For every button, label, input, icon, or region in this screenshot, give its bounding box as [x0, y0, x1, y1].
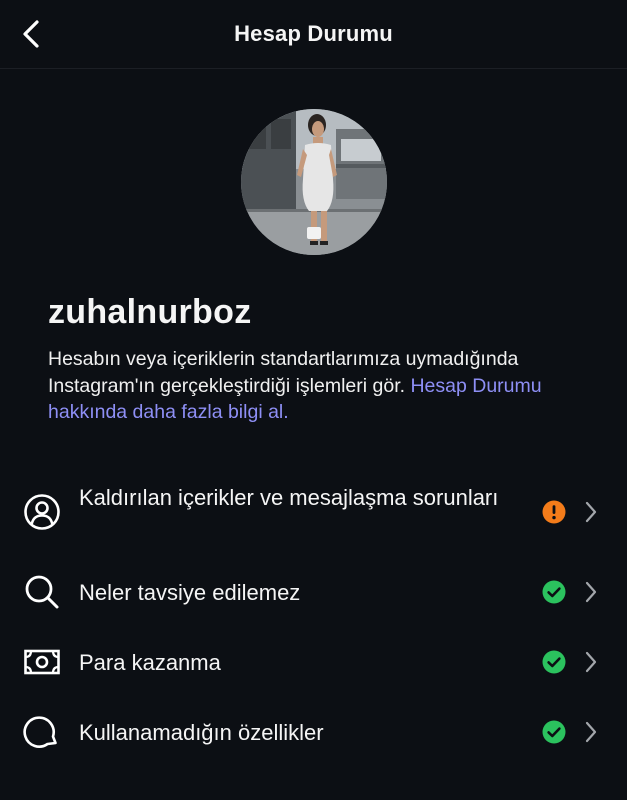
description: Hesabın veya içeriklerin standartlarımız… [48, 346, 593, 426]
avatar[interactable] [241, 109, 387, 255]
chevron-right-icon [582, 500, 600, 524]
person-circle-icon [23, 493, 61, 531]
list-item-not-recommended[interactable]: Neler tavsiye edilemez [0, 560, 627, 624]
check-circle-icon [542, 720, 566, 744]
chevron-right-icon [582, 650, 600, 674]
list-item-label: Para kazanma [79, 650, 221, 675]
list-item-label: Kullanamadığın özellikler [79, 720, 324, 745]
check-circle-icon [542, 650, 566, 674]
header: Hesap Durumu [0, 0, 627, 69]
username: zuhalnurboz [48, 293, 252, 331]
check-circle-icon [542, 580, 566, 604]
list-item-label: Kaldırılan içerikler ve mesajlaşma sorun… [79, 485, 499, 510]
list-item-label: Neler tavsiye edilemez [79, 580, 301, 605]
list-item-monetization[interactable]: Para kazanma [0, 630, 627, 694]
chevron-right-icon [582, 720, 600, 744]
chat-bubble-icon [23, 713, 61, 751]
money-icon [23, 643, 61, 681]
page-title: Hesap Durumu [234, 21, 393, 46]
chevron-right-icon [582, 580, 600, 604]
list-item-removed-content[interactable]: Kaldırılan içerikler ve mesajlaşma sorun… [0, 476, 627, 548]
list-item-unavailable-features[interactable]: Kullanamadığın özellikler [0, 700, 627, 764]
warning-icon [542, 500, 566, 524]
search-icon [23, 573, 61, 611]
